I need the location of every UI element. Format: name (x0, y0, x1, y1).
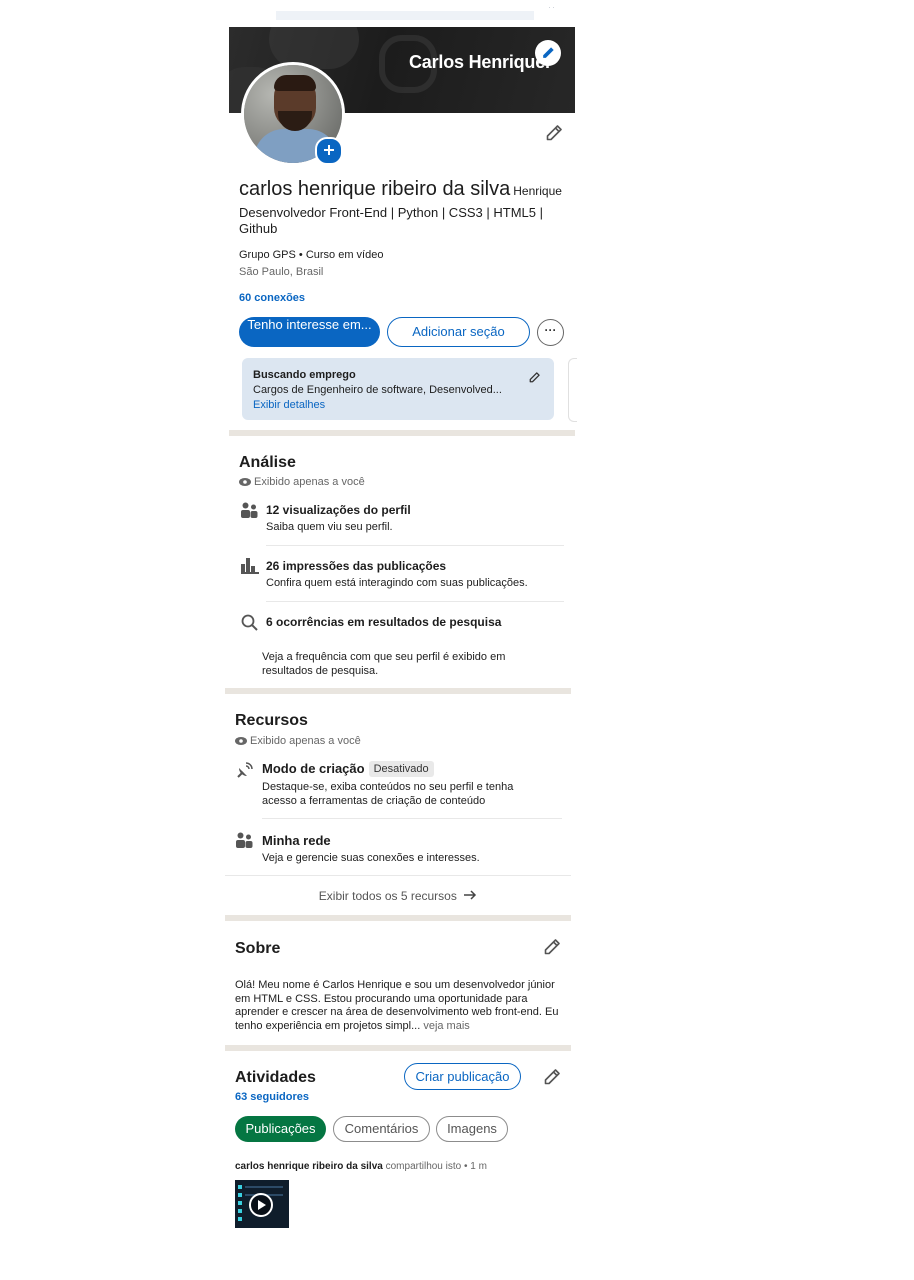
analytics-item-title: 6 ocorrências em resultados de pesquisa (266, 615, 502, 629)
row-divider (262, 818, 562, 819)
satellite-dish-icon (237, 762, 253, 778)
people-icon (236, 832, 253, 848)
about-body: Olá! Meu nome é Carlos Henrique e sou um… (235, 979, 559, 1032)
arrow-right-icon (464, 890, 477, 900)
tab-comments[interactable]: Comentários (333, 1116, 430, 1142)
create-post-button[interactable]: Criar publicação (404, 1063, 521, 1090)
about-title: Sobre (235, 940, 281, 957)
analytics-item-subtitle: Confira quem está interagindo com suas p… (266, 577, 528, 589)
thumbnail-decoration (238, 1201, 242, 1205)
profile-name: carlos henrique ribeiro da silva Henrique (239, 178, 562, 201)
thumbnail-decoration (238, 1217, 242, 1221)
eye-icon (239, 478, 251, 487)
pencil-icon (546, 125, 562, 141)
analytics-item-search-appearances[interactable]: 6 ocorrências em resultados de pesquisa … (239, 612, 565, 682)
private-note-text: Exibido apenas a você (254, 476, 365, 488)
edit-banner-button[interactable] (535, 40, 561, 66)
edit-about-button[interactable] (542, 937, 562, 957)
analytics-item-subtitle: Saiba quem viu seu perfil. (266, 521, 393, 533)
followers-count[interactable]: 63 seguidores (235, 1091, 309, 1103)
more-options-button[interactable]: ··· (537, 319, 564, 346)
next-card-peek[interactable] (568, 358, 577, 422)
post-meta: carlos henrique ribeiro da silva compart… (235, 1161, 487, 1172)
people-icon (241, 502, 258, 518)
bar-chart-icon (241, 558, 259, 574)
tab-posts[interactable]: Publicações (235, 1116, 326, 1142)
resource-item-subtitle: Destaque-se, exiba conteúdos no seu perf… (262, 781, 514, 807)
analytics-item-profile-views[interactable]: 12 visualizações do perfil Saiba quem vi… (239, 500, 565, 546)
connections-link[interactable]: 60 conexões (239, 292, 305, 304)
edit-profile-button[interactable] (544, 123, 564, 143)
thumbnail-decoration (238, 1185, 242, 1189)
section-divider (229, 430, 575, 436)
analytics-item-title: 26 impressões das publicações (266, 559, 447, 573)
show-all-resources-link[interactable]: Exibir todos os 5 recursos (225, 889, 571, 903)
post-author[interactable]: carlos henrique ribeiro da silva (235, 1161, 383, 1172)
post-thumbnail[interactable] (235, 1180, 289, 1228)
pencil-icon (544, 1069, 560, 1085)
status-badge: Desativado (368, 761, 434, 777)
resource-item-creator-mode[interactable]: Modo de criação Desativado Destaque-se, e… (235, 758, 565, 814)
activity-title: Atividades (235, 1069, 316, 1086)
analytics-item-title: 12 visualizações do perfil (266, 503, 411, 517)
resource-item-title: Modo de criação Desativado (262, 761, 434, 777)
banner-name: Carlos Henrique. (409, 52, 550, 72)
pronoun: Henrique (513, 184, 562, 198)
see-more-link[interactable]: veja mais (420, 1020, 469, 1032)
thumbnail-decoration (245, 1186, 283, 1188)
row-divider (266, 601, 564, 602)
full-name: carlos henrique ribeiro da silva (239, 178, 511, 200)
analytics-title: Análise (239, 454, 296, 471)
eye-icon (235, 737, 247, 746)
row-divider (266, 545, 564, 546)
resources-private-note: Exibido apenas a você (235, 735, 361, 747)
show-details-link[interactable]: Exibir detalhes (253, 399, 543, 411)
resource-item-subtitle: Veja e gerencie suas conexões e interess… (262, 852, 480, 864)
resource-item-title: Minha rede (262, 833, 331, 848)
profile-company: Grupo GPS • Curso em vídeo (239, 249, 384, 261)
about-text: Olá! Meu nome é Carlos Henrique e sou um… (235, 979, 562, 1033)
pencil-icon (544, 939, 560, 955)
row-divider (225, 875, 571, 876)
thumbnail-decoration (238, 1209, 242, 1213)
show-all-label: Exibir todos os 5 recursos (318, 889, 457, 903)
add-photo-button[interactable] (315, 137, 343, 165)
profile-headline: Desenvolvedor Front-End | Python | CSS3 … (239, 205, 543, 236)
creator-mode-title: Modo de criação (262, 761, 365, 776)
play-button[interactable] (249, 1193, 273, 1217)
open-to-work-title: Buscando emprego (253, 369, 356, 381)
add-section-button[interactable]: Adicionar seção (387, 317, 530, 347)
profile-location: São Paulo, Brasil (239, 266, 324, 278)
section-divider (225, 688, 571, 694)
thumbnail-decoration (238, 1193, 242, 1197)
section-divider (225, 1045, 571, 1051)
analytics-item-post-impressions[interactable]: 26 impressões das publicações Confira qu… (239, 556, 565, 602)
open-to-work-roles: Cargos de Engenheiro de software, Desenv… (253, 384, 502, 396)
play-icon (258, 1200, 266, 1210)
section-divider (225, 915, 571, 921)
avatar-hair (274, 75, 316, 91)
pencil-icon (543, 47, 554, 58)
edit-activity-button[interactable] (542, 1067, 562, 1087)
plus-icon (324, 145, 334, 155)
open-to-button[interactable]: Tenho interesse em... (239, 317, 380, 347)
analytics-item-subtitle: Veja a frequência com que seu perfil é e… (262, 651, 506, 677)
post-meta-text: compartilhou isto • 1 m (382, 1161, 487, 1172)
resource-item-my-network[interactable]: Minha rede Veja e gerencie suas conexões… (235, 830, 565, 870)
pencil-icon (529, 372, 540, 383)
resources-title: Recursos (235, 712, 308, 729)
analytics-private-note: Exibido apenas a você (239, 476, 365, 488)
tab-images[interactable]: Imagens (436, 1116, 508, 1142)
status-dots: ·· (548, 2, 556, 12)
top-bar-remnant (276, 11, 534, 20)
search-icon (241, 614, 258, 631)
edit-open-to-work-button[interactable] (528, 371, 541, 384)
private-note-text: Exibido apenas a você (250, 735, 361, 747)
open-to-work-card[interactable]: Buscando emprego Cargos de Engenheiro de… (242, 358, 554, 420)
